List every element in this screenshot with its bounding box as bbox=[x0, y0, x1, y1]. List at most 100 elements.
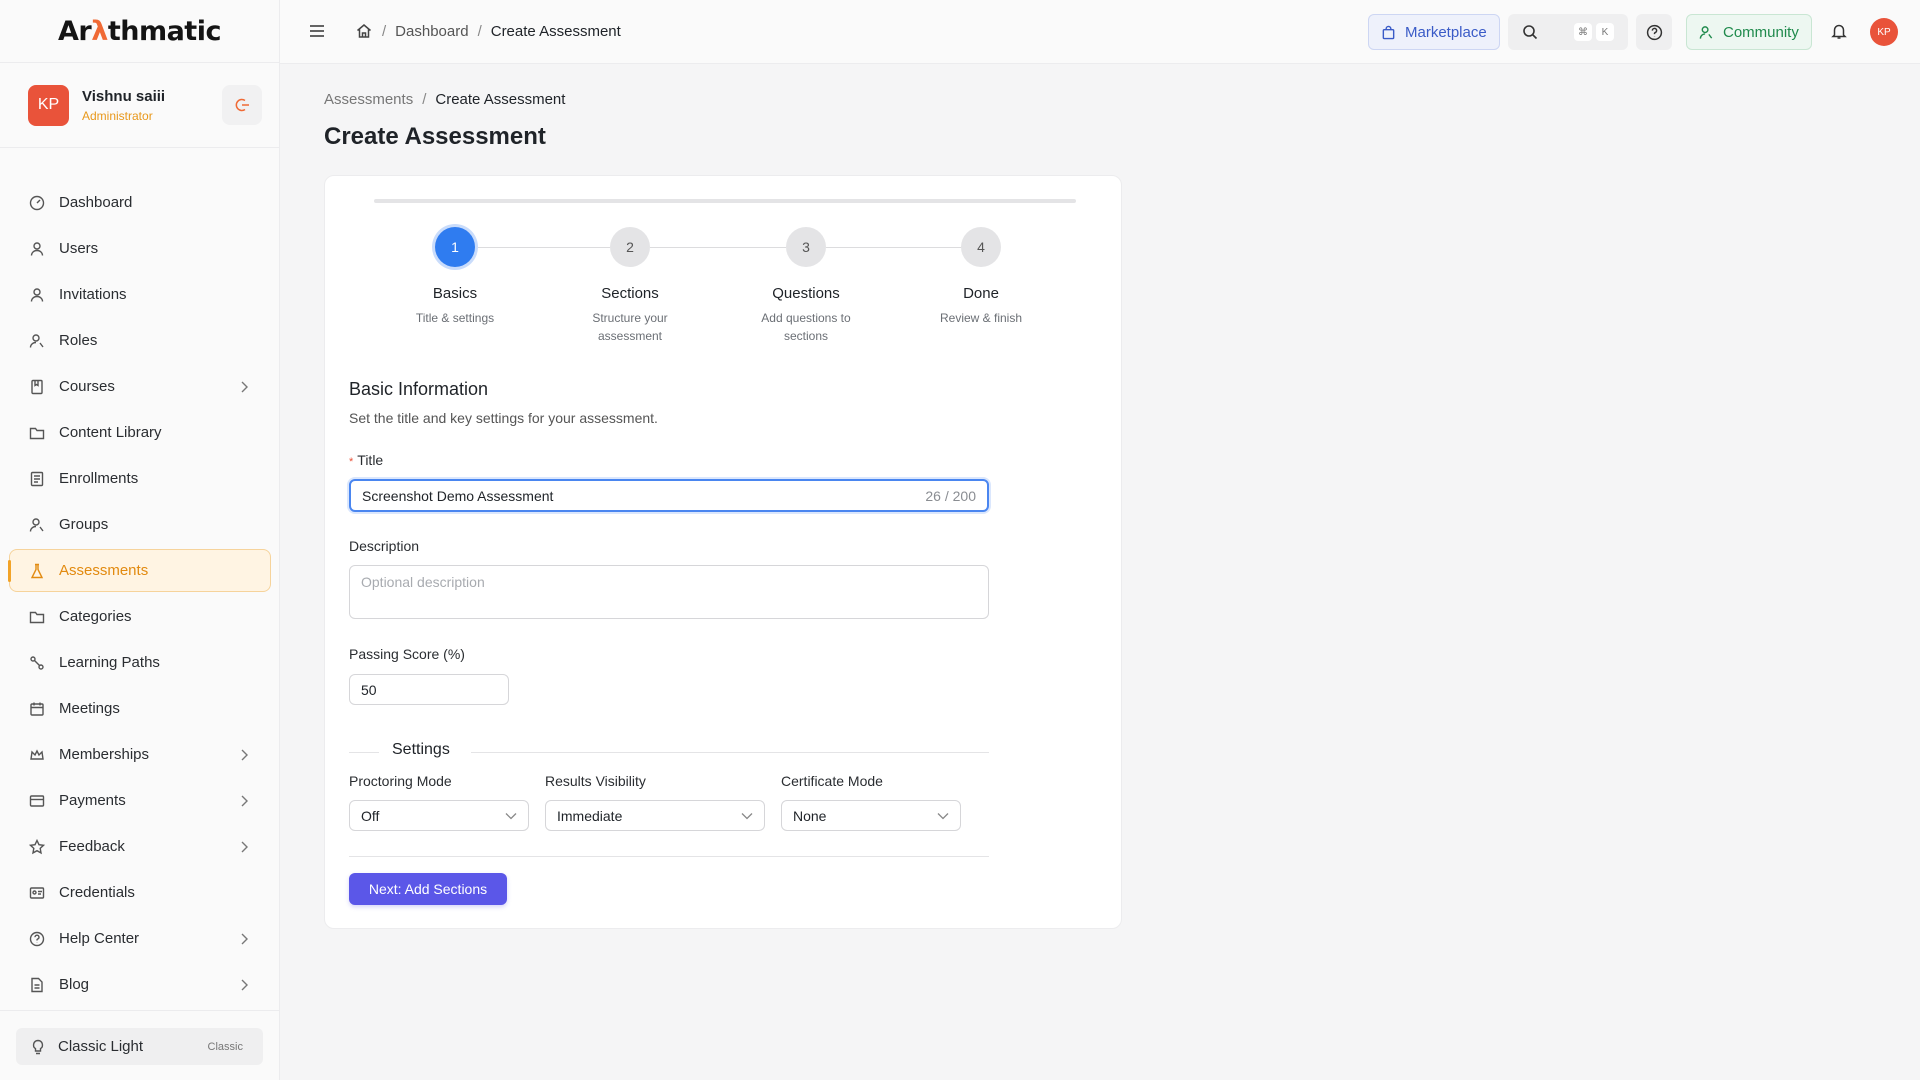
card-icon bbox=[28, 792, 46, 810]
sidebar-item-label: Learning Paths bbox=[59, 654, 160, 671]
sidebar-item-label: Courses bbox=[59, 378, 115, 395]
section-description: Set the title and key settings for your … bbox=[349, 410, 658, 426]
sidebar-item-enrollments[interactable]: Enrollments bbox=[9, 457, 271, 500]
user-avatar[interactable]: KP bbox=[28, 84, 69, 126]
step-subtitle: Add questions to sections bbox=[761, 311, 851, 343]
chevron-down-icon bbox=[937, 813, 949, 820]
user-role: Administrator bbox=[82, 108, 153, 123]
help-button[interactable] bbox=[1636, 14, 1672, 50]
passing-score-label: Passing Score (%) bbox=[349, 646, 465, 662]
community-button[interactable]: Community bbox=[1686, 14, 1812, 50]
step-basics[interactable]: 1 Basics Title & settings bbox=[365, 227, 545, 327]
certificate-mode-value: None bbox=[793, 807, 827, 824]
wizard-progress-bar bbox=[374, 199, 1076, 203]
logout-button[interactable] bbox=[222, 85, 262, 125]
sidebar-item-content-library[interactable]: Content Library bbox=[9, 411, 271, 454]
sidebar-item-feedback[interactable]: Feedback bbox=[9, 825, 271, 868]
id-card-icon bbox=[28, 884, 46, 902]
user-icon bbox=[28, 240, 46, 258]
required-asterisk: * bbox=[349, 456, 354, 468]
next-add-sections-button[interactable]: Next: Add Sections bbox=[349, 873, 507, 905]
step-number: 4 bbox=[961, 227, 1001, 267]
chevron-right-icon bbox=[241, 933, 248, 945]
chevron-right-icon bbox=[241, 841, 248, 853]
chevron-right-icon bbox=[241, 749, 248, 761]
title-input[interactable]: Screenshot Demo Assessment 26 / 200 bbox=[349, 479, 989, 512]
step-subtitle: Review & finish bbox=[939, 311, 1023, 325]
sidebar-item-label: Blog bbox=[59, 976, 90, 993]
book-icon bbox=[28, 378, 46, 396]
brand-text-suffix: thmatic bbox=[107, 15, 222, 47]
sidebar-item-payments[interactable]: Payments bbox=[9, 779, 271, 822]
sidebar-item-label: Meetings bbox=[59, 700, 120, 717]
sidebar-item-roles[interactable]: Roles bbox=[9, 319, 271, 362]
invitation-icon bbox=[28, 286, 46, 304]
step-done[interactable]: 4 Done Review & finish bbox=[891, 227, 1071, 327]
sidebar-item-dashboard[interactable]: Dashboard bbox=[9, 181, 271, 224]
sidebar-item-label: Roles bbox=[59, 332, 98, 349]
results-visibility-value: Immediate bbox=[557, 807, 623, 824]
breadcrumb-assessments[interactable]: Assessments bbox=[324, 91, 413, 108]
sidebar-item-courses[interactable]: Courses bbox=[9, 365, 271, 408]
proctoring-select[interactable]: Off bbox=[349, 800, 529, 831]
sidebar-item-blog[interactable]: Blog bbox=[9, 963, 271, 1006]
certificate-mode-label: Certificate Mode bbox=[781, 773, 883, 789]
search-button[interactable]: ⌘ K bbox=[1508, 14, 1628, 50]
chevron-down-icon bbox=[741, 813, 753, 820]
breadcrumb-current: Create Assessment bbox=[435, 91, 566, 108]
settings-divider: Settings bbox=[349, 741, 989, 763]
proctoring-value: Off bbox=[361, 807, 380, 824]
sidebar-item-groups[interactable]: Groups bbox=[9, 503, 271, 546]
sidebar-item-meetings[interactable]: Meetings bbox=[9, 687, 271, 730]
title-label: * Title bbox=[349, 452, 383, 468]
title-char-counter: 26 / 200 bbox=[925, 487, 976, 504]
brand-logo[interactable]: Arλthmatic bbox=[0, 0, 279, 63]
home-icon[interactable] bbox=[355, 22, 373, 40]
sidebar-item-label: Assessments bbox=[59, 562, 149, 579]
top-header: / Dashboard / Create Assessment Marketpl… bbox=[280, 0, 1920, 64]
header-avatar[interactable]: KP bbox=[1870, 18, 1898, 46]
step-title: Sections bbox=[601, 285, 659, 302]
breadcrumb-separator: / bbox=[382, 22, 387, 40]
certificate-mode-select[interactable]: None bbox=[781, 800, 961, 831]
sidebar-item-learning-paths[interactable]: Learning Paths bbox=[9, 641, 271, 684]
results-visibility-select[interactable]: Immediate bbox=[545, 800, 765, 831]
flask-icon bbox=[28, 562, 46, 580]
title-input-value: Screenshot Demo Assessment bbox=[362, 487, 554, 504]
page-breadcrumb: Assessments / Create Assessment bbox=[324, 91, 565, 108]
step-subtitle: Title & settings bbox=[415, 311, 495, 325]
create-assessment-card: 1 Basics Title & settings 2 Sections Str… bbox=[324, 175, 1122, 929]
theme-label: Classic Light bbox=[58, 1038, 144, 1055]
step-number: 2 bbox=[610, 227, 650, 267]
sidebar-item-invitations[interactable]: Invitations bbox=[9, 273, 271, 316]
title-label-text: Title bbox=[357, 452, 384, 468]
sidebar-item-help-center[interactable]: Help Center bbox=[9, 917, 271, 960]
step-questions[interactable]: 3 Questions Add questions to sections bbox=[716, 227, 896, 345]
dashboard-icon bbox=[28, 194, 46, 212]
sidebar-item-label: Dashboard bbox=[59, 194, 133, 211]
sidebar-item-label: Content Library bbox=[59, 424, 162, 441]
bell-icon[interactable] bbox=[1830, 22, 1848, 40]
theme-switcher[interactable]: Classic Light Classic bbox=[16, 1028, 263, 1065]
user-card: KP Vishnu saiii Administrator bbox=[0, 63, 279, 148]
divider-line bbox=[471, 752, 989, 753]
sidebar-item-label: Credentials bbox=[59, 884, 135, 901]
sidebar: Arλthmatic KP Vishnu saiii Administrator… bbox=[0, 0, 280, 1080]
breadcrumb-dashboard[interactable]: Dashboard bbox=[395, 23, 468, 40]
theme-tag: Classic bbox=[207, 1040, 243, 1053]
help-icon bbox=[1646, 24, 1662, 40]
sidebar-item-users[interactable]: Users bbox=[9, 227, 271, 270]
passing-score-input[interactable]: 50 bbox=[349, 674, 509, 705]
sidebar-item-memberships[interactable]: Memberships bbox=[9, 733, 271, 776]
marketplace-button[interactable]: Marketplace bbox=[1368, 14, 1500, 50]
description-textarea[interactable]: Optional description bbox=[349, 565, 989, 619]
sidebar-item-assessments[interactable]: Assessments bbox=[8, 549, 271, 592]
hamburger-menu-icon[interactable] bbox=[308, 22, 326, 40]
sidebar-item-categories[interactable]: Categories bbox=[9, 595, 271, 638]
divider-line bbox=[349, 752, 379, 753]
user-name: Vishnu saiii bbox=[82, 87, 166, 105]
shortcut-key-k: K bbox=[1596, 23, 1614, 41]
step-sections[interactable]: 2 Sections Structure your assessment bbox=[540, 227, 720, 345]
sidebar-item-credentials[interactable]: Credentials bbox=[9, 871, 271, 914]
breadcrumb-separator: / bbox=[422, 91, 427, 108]
